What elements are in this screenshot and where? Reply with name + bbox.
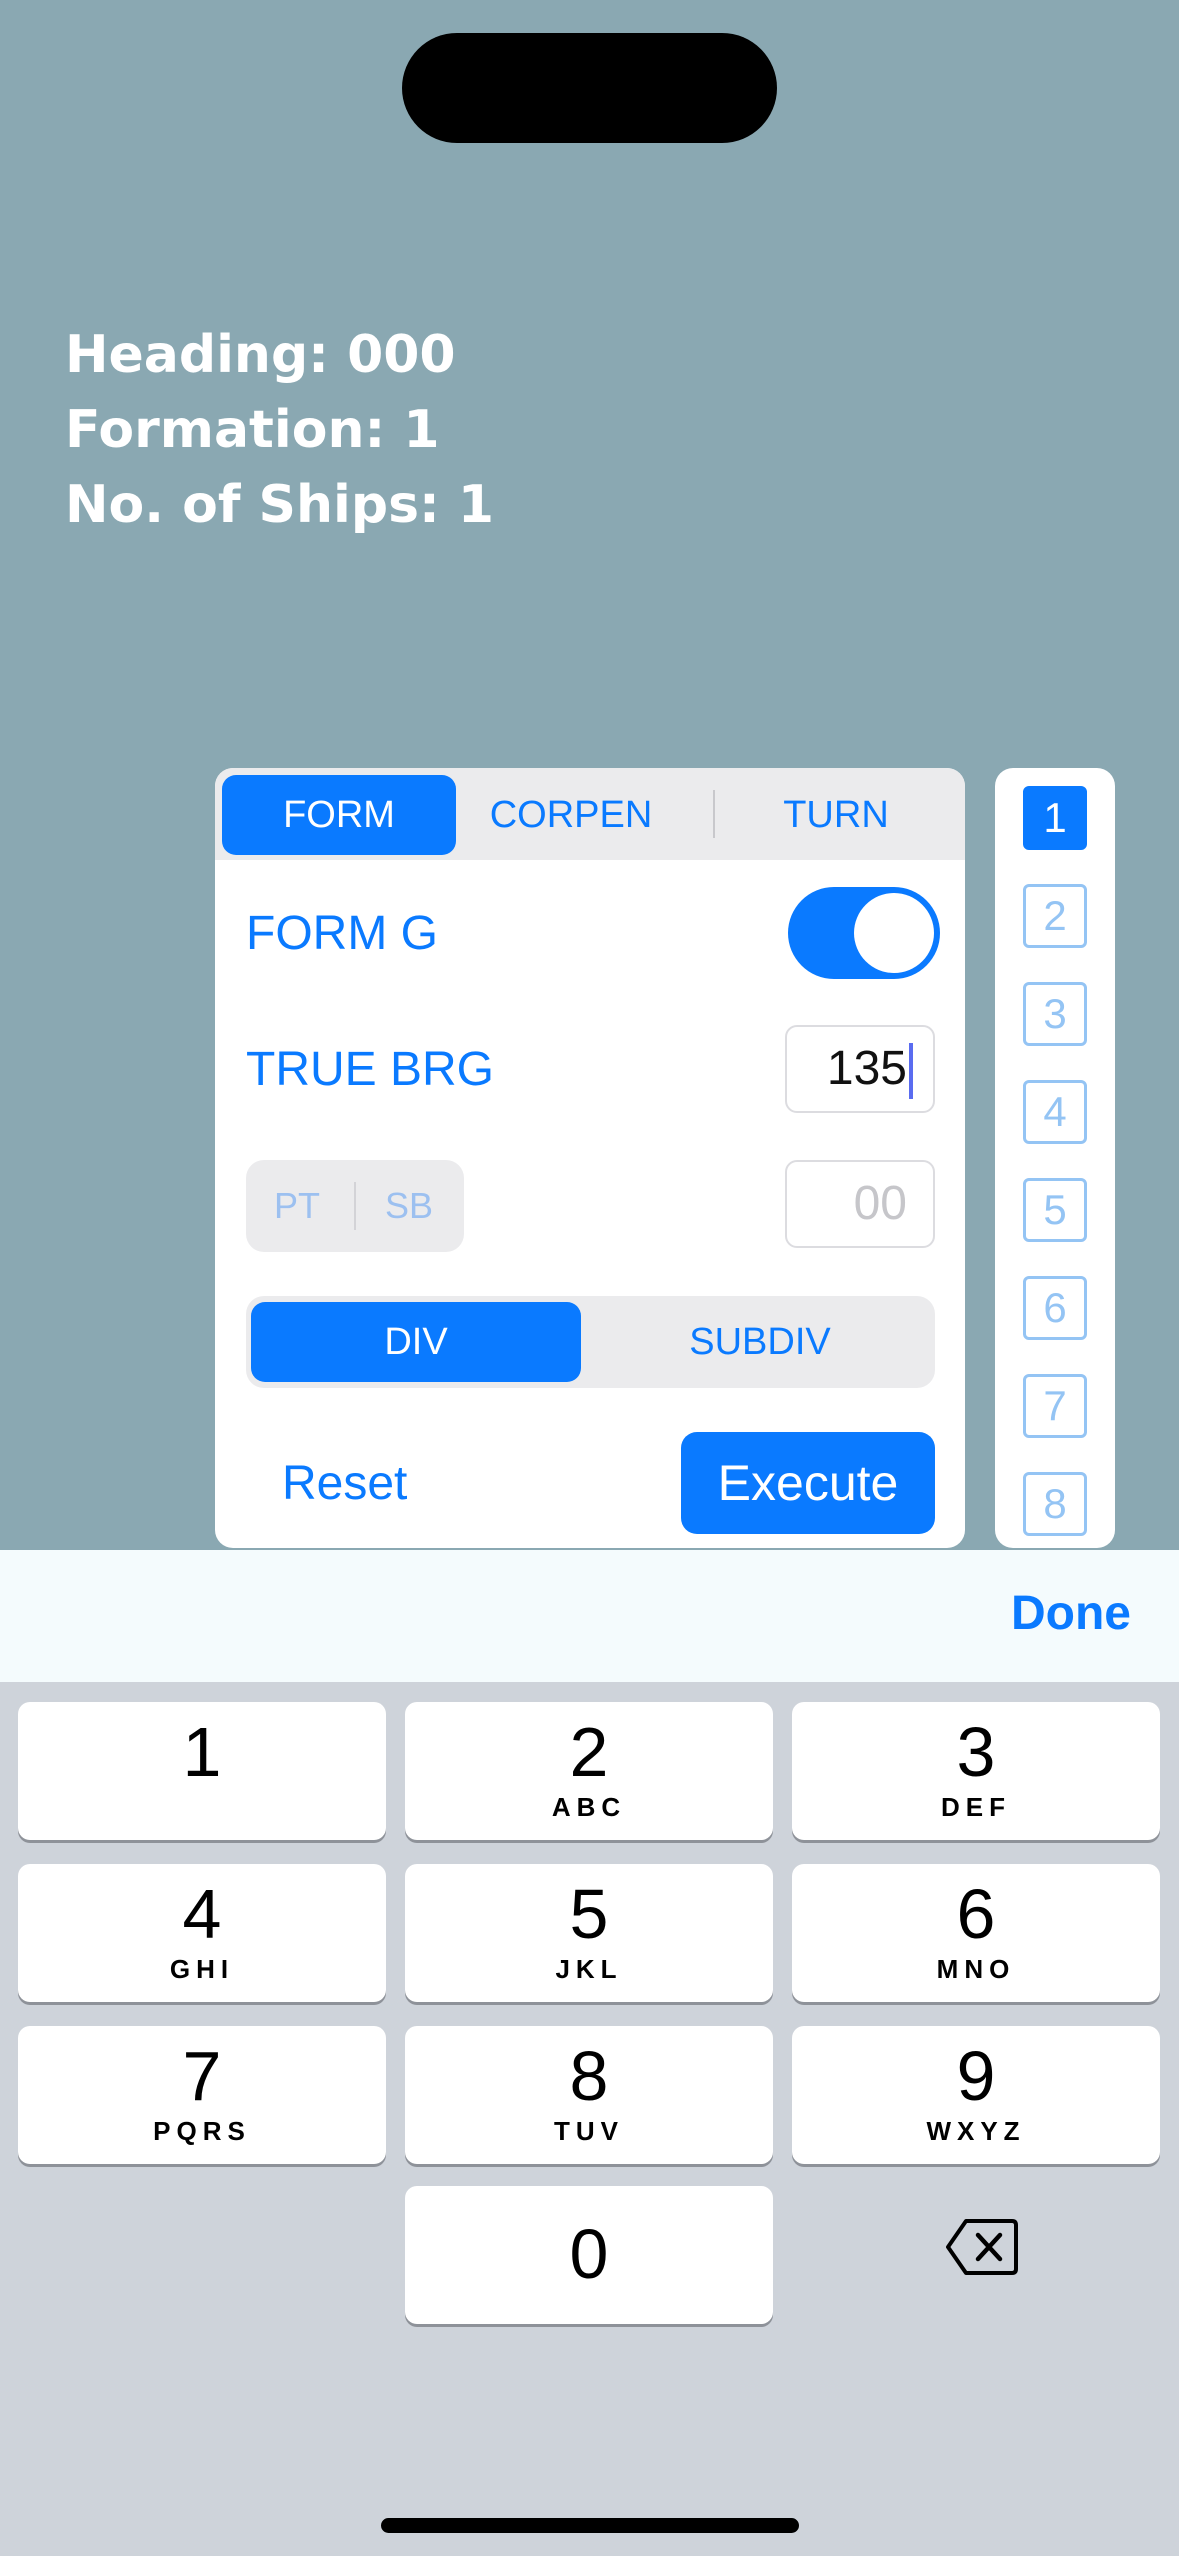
key-1[interactable]: 1: [18, 1702, 386, 1840]
key-0[interactable]: 0: [405, 2186, 773, 2324]
status-info: Heading: 000 Formation: 1 No. of Ships: …: [65, 318, 494, 543]
key-6[interactable]: 6 MNO: [792, 1864, 1160, 2002]
form-g-label: FORM G: [246, 907, 438, 960]
offset-placeholder: 00: [853, 1177, 907, 1230]
key-digit: 9: [956, 2037, 996, 2115]
key-5[interactable]: 5 JKL: [405, 1864, 773, 2002]
key-9[interactable]: 9 WXYZ: [792, 2026, 1160, 2164]
heading-text: Heading: 000: [65, 325, 456, 385]
true-brg-label: TRUE BRG: [246, 1043, 495, 1096]
execute-button[interactable]: Execute: [681, 1432, 935, 1534]
key-digit: 2: [569, 1713, 609, 1791]
offset-input[interactable]: 00: [785, 1160, 935, 1248]
key-letters: PQRS: [153, 2116, 251, 2146]
segment-divider: [354, 1182, 356, 1230]
ship-selector: 1 2 3 4 5 6 7 8: [995, 768, 1115, 1548]
ship-5-button[interactable]: 5: [1023, 1178, 1087, 1242]
reset-button[interactable]: Reset: [282, 1456, 407, 1511]
ship-7-button[interactable]: 7: [1023, 1374, 1087, 1438]
ship-1-button[interactable]: 1: [1023, 786, 1087, 850]
key-4[interactable]: 4 GHI: [18, 1864, 386, 2002]
key-digit: 8: [569, 2037, 609, 2115]
key-8[interactable]: 8 TUV: [405, 2026, 773, 2164]
ships-count-text: No. of Ships: 1: [65, 475, 495, 535]
key-letters: ABC: [551, 1792, 627, 1822]
div-subdiv-control: DIV SUBDIV: [246, 1296, 935, 1388]
key-letters: GHI: [169, 1954, 235, 1984]
dynamic-island: [402, 33, 777, 143]
subdiv-option[interactable]: SUBDIV: [591, 1302, 929, 1382]
tab-turn[interactable]: TURN: [715, 775, 957, 855]
port-starboard-control: PT SB: [246, 1160, 464, 1252]
key-7[interactable]: 7 PQRS: [18, 2026, 386, 2164]
key-digit: 3: [956, 1713, 996, 1791]
ship-4-button[interactable]: 4: [1023, 1080, 1087, 1144]
key-letters: JKL: [555, 1954, 623, 1984]
ship-6-button[interactable]: 6: [1023, 1276, 1087, 1340]
ship-3-button[interactable]: 3: [1023, 982, 1087, 1046]
mode-segmented-control: FORM CORPEN TURN: [215, 768, 965, 860]
pt-option[interactable]: PT: [274, 1160, 320, 1252]
text-cursor: [909, 1043, 913, 1099]
div-option[interactable]: DIV: [251, 1302, 581, 1382]
tab-corpen[interactable]: CORPEN: [456, 775, 686, 855]
key-digit: 7: [182, 2037, 222, 2115]
delete-left-icon-graphic: [946, 2219, 1018, 2275]
key-letters: DEF: [941, 1792, 1011, 1822]
key-digit: 1: [182, 1713, 222, 1791]
key-digit: 6: [956, 1875, 996, 1953]
key-3[interactable]: 3 DEF: [792, 1702, 1160, 1840]
key-digit: 5: [569, 1875, 609, 1953]
ship-8-button[interactable]: 8: [1023, 1472, 1087, 1536]
key-digit: 0: [569, 2215, 609, 2293]
key-letters: MNO: [936, 1954, 1016, 1984]
formation-text: Formation: 1: [65, 400, 440, 460]
true-brg-input[interactable]: 135: [785, 1025, 935, 1113]
true-brg-value: 135: [826, 1042, 907, 1095]
tab-form[interactable]: FORM: [222, 775, 456, 855]
keyboard-toolbar: Done: [0, 1550, 1179, 1682]
key-digit: 4: [182, 1875, 222, 1953]
form-g-toggle[interactable]: [788, 887, 940, 979]
delete-left-icon[interactable]: [944, 2217, 1020, 2277]
home-indicator: [381, 2518, 799, 2533]
command-panel: FORM CORPEN TURN FORM G TRUE BRG 135 PT …: [215, 768, 965, 1548]
done-button[interactable]: Done: [1011, 1586, 1131, 1641]
toggle-knob: [854, 893, 934, 973]
key-letters: WXYZ: [926, 2116, 1026, 2146]
sb-option[interactable]: SB: [385, 1160, 433, 1252]
key-2[interactable]: 2 ABC: [405, 1702, 773, 1840]
ship-2-button[interactable]: 2: [1023, 884, 1087, 948]
key-letters: TUV: [554, 2116, 624, 2146]
